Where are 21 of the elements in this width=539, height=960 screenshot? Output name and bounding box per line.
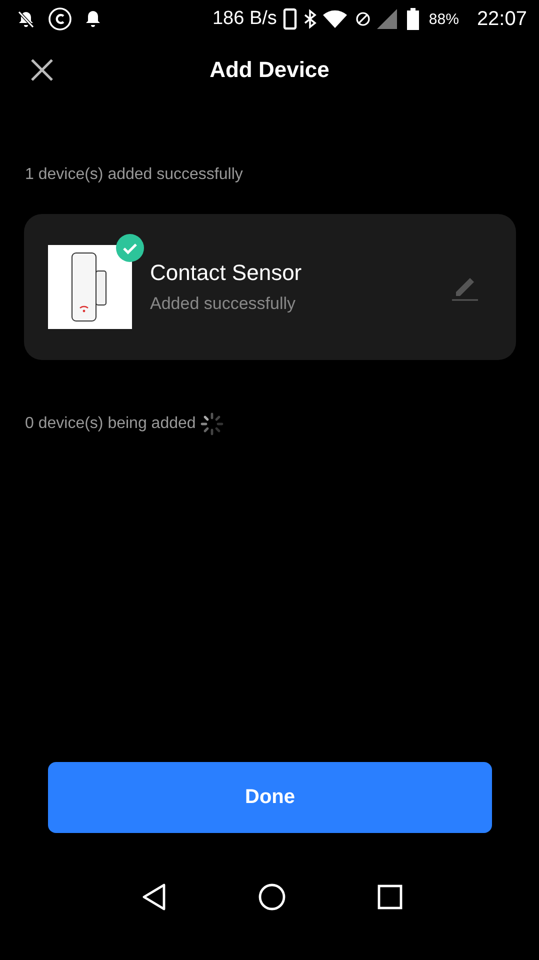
bell-icon [84, 9, 102, 29]
notifications-off-icon [16, 9, 36, 29]
back-icon[interactable] [140, 882, 167, 910]
wifi-icon [322, 9, 349, 29]
screen-title: Add Device [210, 57, 330, 83]
battery-percent: 88% [428, 10, 459, 28]
home-icon[interactable] [258, 882, 286, 910]
bluetooth-icon [302, 9, 317, 29]
blocked-icon [354, 11, 371, 27]
close-icon [30, 58, 54, 82]
section-label: 0 device(s) being added [25, 415, 196, 433]
network-speed: 186 B/s [212, 8, 277, 30]
phone-icon [282, 8, 297, 30]
battery-icon [406, 8, 419, 30]
recents-icon[interactable] [377, 884, 404, 910]
device-name: Contact Sensor [150, 260, 303, 286]
device-status: Added successfully [150, 294, 297, 314]
done-button[interactable]: Done [48, 762, 492, 833]
section-label: 1 device(s) added successfully [25, 166, 244, 184]
clock-time: 22:07 [476, 8, 527, 30]
copyright-icon [48, 7, 72, 31]
